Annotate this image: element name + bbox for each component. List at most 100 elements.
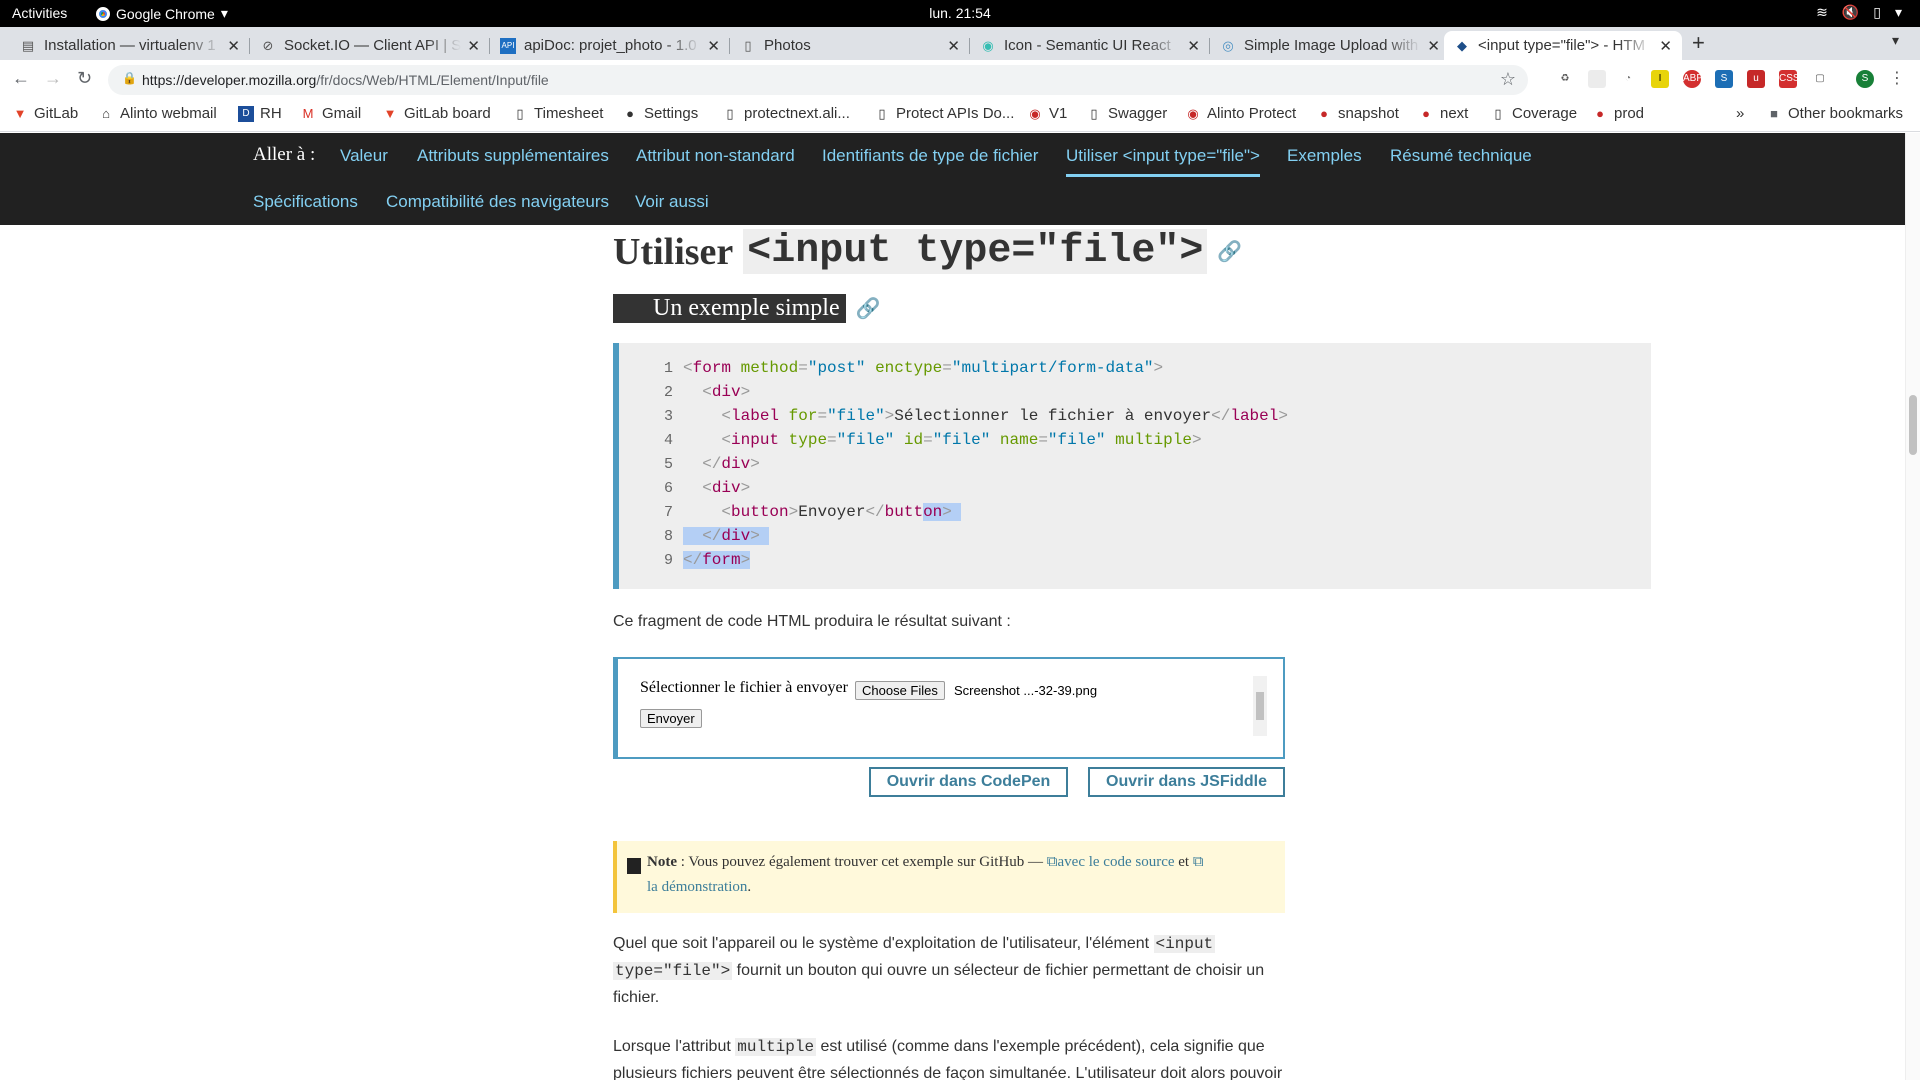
close-icon[interactable]: ✕ (227, 37, 240, 55)
jump-link-attributs-supplementaires[interactable]: Attributs supplémentaires (417, 146, 609, 166)
bookmark-alinto-protect[interactable]: ◉ Alinto Protect (1185, 105, 1296, 122)
jump-link-voir-aussi[interactable]: Voir aussi (635, 192, 709, 212)
bookmark-label: prod (1614, 105, 1645, 122)
tab-virtualenv[interactable]: ▤ Installation — virtualenv 1 ✕ (10, 31, 250, 60)
code-line-2: <div> (702, 383, 751, 401)
jump-link-resume-technique[interactable]: Résumé technique (1390, 146, 1532, 166)
choose-files-button[interactable]: Choose Files (855, 681, 945, 700)
line-number: 2 (663, 384, 673, 401)
open-codepen-button[interactable]: Ouvrir dans CodePen (869, 767, 1068, 797)
jump-link-exemples[interactable]: Exemples (1287, 146, 1362, 166)
timer-extension-icon[interactable]: ◔ (1619, 70, 1637, 88)
code-line-1: <form method="post" enctype="multipart/f… (683, 359, 1164, 377)
bookmark-star-icon[interactable]: ☆ (1500, 69, 1516, 90)
page-icon: ▯ (744, 37, 752, 53)
jump-link-attribut-non-standard[interactable]: Attribut non-standard (636, 146, 795, 166)
jump-link-compatibilite[interactable]: Compatibilité des navigateurs (386, 192, 609, 212)
note-line-1: Note : Vous pouvez également trouver cet… (647, 854, 1204, 870)
bookmark-label: snapshot (1338, 105, 1399, 122)
screenshot-extension-icon[interactable]: S (1715, 70, 1733, 88)
app-menu[interactable]: Google Chrome ▾ (96, 5, 228, 22)
tab-image-upload[interactable]: ◎ Simple Image Upload with ✕ (1210, 31, 1450, 60)
bookmark-alinto-webmail[interactable]: ⌂ Alinto webmail (98, 105, 217, 122)
bookmarks-overflow-button[interactable]: » (1736, 105, 1744, 122)
bookmark-label: Protect APIs Do... (896, 105, 1015, 122)
bookmark-next[interactable]: ● next (1418, 105, 1468, 122)
css-extension-icon[interactable]: CSS (1779, 70, 1800, 88)
profile-avatar[interactable]: S (1856, 70, 1874, 88)
adblock-icon[interactable]: ABP (1683, 70, 1703, 88)
page-scrollbar[interactable] (1905, 133, 1920, 1080)
gitlab-icon: ▼ (383, 105, 397, 121)
heading-text: Utiliser (613, 230, 734, 273)
system-tray[interactable]: ≋ 🔇 ▯ ▾ (1816, 4, 1902, 21)
link-anchor-icon[interactable]: 🔗 (856, 296, 881, 321)
close-icon[interactable]: ✕ (1659, 37, 1672, 55)
bookmark-label: Timesheet (534, 105, 604, 122)
bookmark-label: protectnext.ali... (744, 105, 850, 122)
other-bookmarks[interactable]: ■ Other bookmarks (1766, 105, 1903, 122)
bookmark-protectnext[interactable]: ▯ protectnext.ali... (722, 105, 850, 122)
jump-to-label: Aller à : (253, 144, 316, 165)
frame-scrollbar[interactable] (1253, 676, 1267, 736)
line-number: 6 (663, 480, 673, 497)
ublock-icon[interactable]: u (1747, 70, 1765, 88)
demo-link[interactable]: la démonstration (647, 879, 747, 895)
bookmark-rh[interactable]: D RH (238, 105, 282, 122)
tab-photos[interactable]: ▯ Photos ✕ (730, 31, 970, 60)
file-label: Sélectionner le fichier à envoyer (640, 679, 848, 696)
activities-button[interactable]: Activities (12, 5, 67, 21)
bookmark-settings[interactable]: ● Settings (622, 105, 698, 122)
note-line-2: la démonstration. (647, 879, 752, 895)
close-icon[interactable]: ✕ (947, 37, 960, 55)
link-anchor-icon[interactable]: 🔗 (1217, 239, 1242, 264)
jump-link-specifications[interactable]: Spécifications (253, 192, 358, 212)
code-line-5: </div> (702, 455, 760, 473)
highlight-extension-icon[interactable]: I (1651, 70, 1669, 88)
envoyer-button[interactable]: Envoyer (640, 709, 702, 728)
tab-apidoc[interactable]: API apiDoc: projet_photo - 1.0 ✕ (490, 31, 730, 60)
new-tab-button[interactable]: + (1692, 30, 1705, 56)
bookmark-label: GitLab board (404, 105, 491, 122)
browser-toolbar: ← → ↻ 🔒 https://developer.mozilla.org/fr… (0, 60, 1920, 99)
bookmark-gitlab[interactable]: ▼ GitLab (12, 105, 79, 122)
scrollbar-thumb[interactable] (1909, 395, 1917, 455)
close-icon[interactable]: ✕ (707, 37, 720, 55)
bookmark-snapshot[interactable]: ● snapshot (1316, 105, 1399, 122)
tab-socketio[interactable]: ⊘ Socket.IO — Client API | S ✕ (250, 31, 490, 60)
bookmark-prod[interactable]: ● prod (1592, 105, 1644, 122)
forward-button[interactable]: → (44, 68, 62, 89)
bookmark-swagger[interactable]: ▯ Swagger (1086, 105, 1167, 122)
extension-icon[interactable] (1588, 70, 1606, 88)
tab-semantic-ui[interactable]: ◉ Icon - Semantic UI React ✕ (970, 31, 1210, 60)
bookmark-gitlab-board[interactable]: ▼ GitLab board (382, 105, 491, 122)
address-bar[interactable]: 🔒 https://developer.mozilla.org/fr/docs/… (108, 65, 1528, 95)
tab-mdn-input-file[interactable]: ◆ <input type="file"> - HTM ✕ (1444, 31, 1682, 60)
tab-search-icon[interactable]: ▾ (1892, 32, 1899, 49)
bookmark-label: GitLab (34, 105, 79, 122)
jump-link-identifiants-type-fichier[interactable]: Identifiants de type de fichier (822, 146, 1038, 166)
close-icon[interactable]: ✕ (1427, 37, 1440, 55)
reload-button[interactable]: ↻ (77, 68, 92, 89)
kebab-menu-icon[interactable]: ⋮ (1888, 70, 1906, 88)
close-icon[interactable]: ✕ (1187, 37, 1200, 55)
open-jsfiddle-button[interactable]: Ouvrir dans JSFiddle (1088, 767, 1285, 797)
code-block[interactable]: 1 2 3 4 5 6 7 8 9 <form method="post" en… (613, 343, 1651, 589)
bookmark-timesheet[interactable]: ▯ Timesheet (512, 105, 603, 122)
bookmark-label: Gmail (322, 105, 362, 122)
source-code-link[interactable]: avec le code source (1058, 854, 1175, 870)
back-button[interactable]: ← (12, 68, 30, 89)
close-icon[interactable]: ✕ (467, 37, 480, 55)
puzzle-extension-icon[interactable]: ▢ (1811, 70, 1829, 88)
line-number: 1 (663, 360, 673, 377)
jump-link-utiliser-input-file[interactable]: Utiliser <input type="file"> (1066, 146, 1260, 177)
subsection-title: Un exemple simple (613, 294, 846, 323)
bookmark-v1[interactable]: ◉ V1 (1027, 105, 1067, 122)
clock[interactable]: lun. 21:54 (0, 5, 1920, 21)
bookmark-protect-apis[interactable]: ▯ Protect APIs Do... (874, 105, 1014, 122)
recycle-extension-icon[interactable]: ♻ (1556, 70, 1574, 88)
bookmark-gmail[interactable]: M Gmail (300, 105, 362, 122)
bookmark-coverage[interactable]: ▯ Coverage (1490, 105, 1577, 122)
page-icon: ▯ (516, 105, 524, 121)
jump-link-valeur[interactable]: Valeur (340, 146, 388, 166)
